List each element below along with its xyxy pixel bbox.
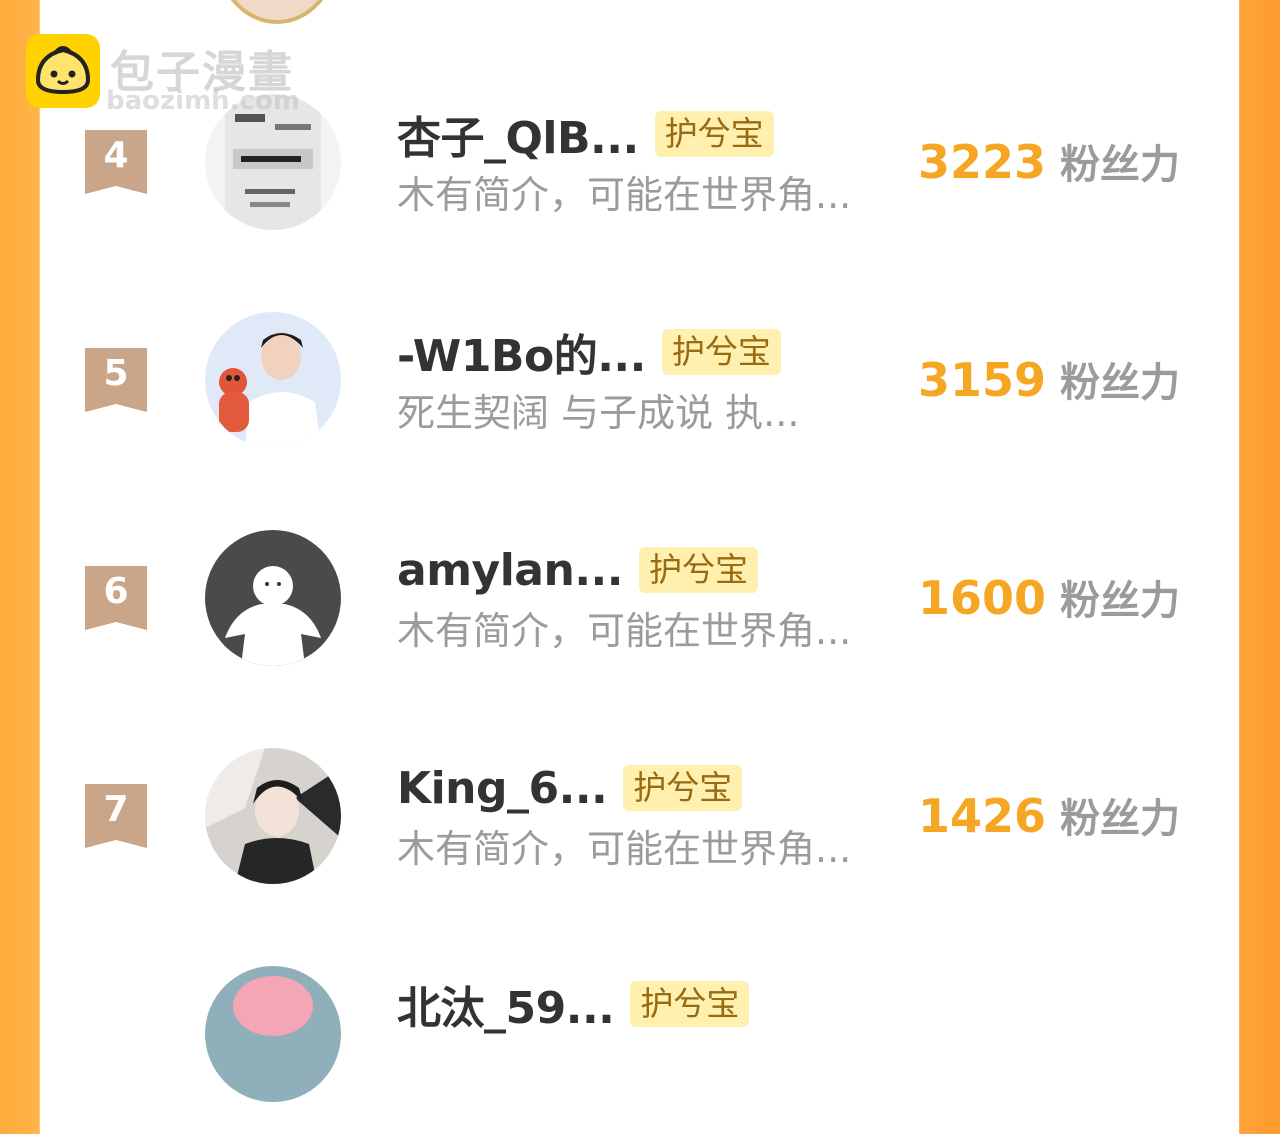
watermark-url: baozimh.com <box>106 86 300 116</box>
guardian-badge: 护兮宝 <box>623 765 743 811</box>
rank-number: 7 <box>103 789 129 830</box>
fan-power-value: 1426 <box>918 789 1047 843</box>
user-bio: 死生契阔 与子成说 执... <box>397 391 800 435</box>
user-avatar[interactable] <box>205 966 341 1102</box>
user-name[interactable]: amylan... <box>397 545 623 596</box>
ranking-row[interactable]: 7 King_6... 护兮宝 木有简介，可能在世界角... 1426 粉丝力 <box>0 746 1280 916</box>
fan-power: 1600 粉丝力 <box>918 568 1180 626</box>
user-name[interactable]: -W1Bo的... <box>397 320 646 384</box>
user-avatar[interactable] <box>205 748 341 884</box>
rank-ribbon: 7 <box>85 784 147 848</box>
ranking-row[interactable]: 6 amylan... 护兮宝 木有简介，可能在世界角... 1600 粉丝力 <box>0 528 1280 698</box>
rank-ribbon: 5 <box>85 348 147 412</box>
rank-number: 4 <box>103 135 129 176</box>
fan-power-unit: 粉丝力 <box>1060 578 1181 624</box>
fan-power: 3159 粉丝力 <box>918 350 1180 408</box>
ranking-row[interactable]: 4 杏子_QlB... 护兮宝 木有简介，可能在世界角... 3223 粉丝力 <box>0 92 1280 262</box>
ranking-row[interactable]: 北汰_59... 护兮宝 <box>0 964 1280 1134</box>
guardian-badge: 护兮宝 <box>630 981 750 1027</box>
rank-ribbon: 4 <box>85 130 147 194</box>
rank-number: 5 <box>103 353 129 394</box>
guardian-badge: 护兮宝 <box>661 329 781 375</box>
guardian-badge: 护兮宝 <box>654 111 774 157</box>
bun-logo-icon <box>26 34 100 108</box>
guardian-badge: 护兮宝 <box>638 547 758 593</box>
fan-power-unit: 粉丝力 <box>1060 142 1181 188</box>
fan-power-value: 1600 <box>918 571 1047 625</box>
user-bio: 木有简介，可能在世界角... <box>397 609 852 653</box>
fan-power-unit: 粉丝力 <box>1060 796 1181 842</box>
user-name[interactable]: 北汰_59... <box>397 972 615 1036</box>
fan-power-value: 3159 <box>918 353 1047 407</box>
user-avatar[interactable] <box>205 312 341 448</box>
user-bio: 木有简介，可能在世界角... <box>397 827 852 871</box>
user-name[interactable]: King_6... <box>397 763 608 814</box>
ranking-row[interactable]: 5 -W1Bo的... 护兮宝 死生契阔 与子成说 执... 3159 粉丝力 <box>0 310 1280 480</box>
fan-power: 3223 粉丝力 <box>918 132 1180 190</box>
rank-ribbon: 6 <box>85 566 147 630</box>
user-bio: 木有简介，可能在世界角... <box>397 173 852 217</box>
rank-number: 6 <box>103 571 129 612</box>
user-avatar[interactable] <box>205 530 341 666</box>
fan-power: 1426 粉丝力 <box>918 786 1180 844</box>
fan-power-unit: 粉丝力 <box>1060 360 1181 406</box>
fan-power-value: 3223 <box>918 135 1047 189</box>
watermark: 包子漫畫 baozimh.com <box>26 34 326 116</box>
user-name[interactable]: 杏子_QlB... <box>397 102 639 166</box>
